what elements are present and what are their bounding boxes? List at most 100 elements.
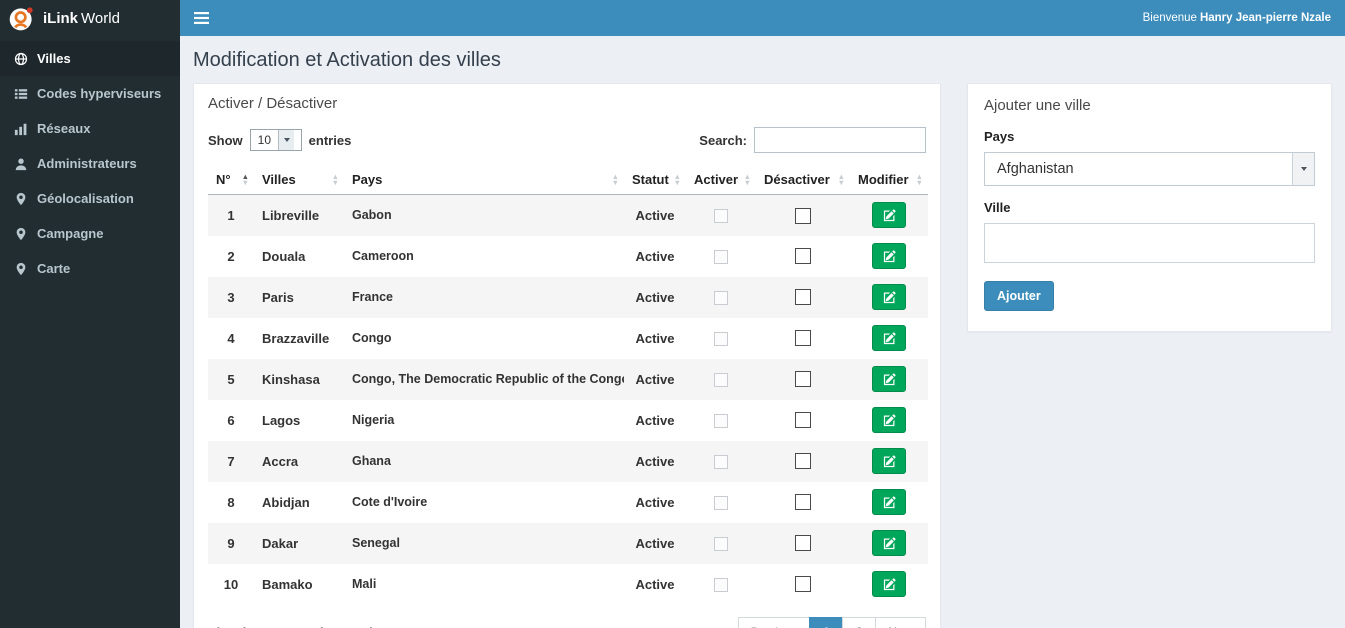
ville-cell: Accra [262, 453, 299, 469]
sidebar-item-carte[interactable]: Carte [0, 251, 180, 286]
statut-cell: Active [635, 453, 675, 469]
sidebar-item-geolocalisation[interactable]: Géolocalisation [0, 181, 180, 216]
edit-icon [883, 495, 896, 508]
activer-checkbox [714, 454, 728, 469]
desactiver-checkbox[interactable] [795, 494, 811, 511]
villes-table: N° ▲ ▼ Villes ▲ ▼ Pays ▲ ▼ Statut ▲ ▼ Activer ▲ ▼ … [208, 165, 928, 605]
modifier-button[interactable] [872, 489, 906, 515]
column-header-pays[interactable]: Pays ▲ ▼ [344, 165, 624, 195]
modifier-button[interactable] [872, 325, 906, 351]
sort-icon: ▲ ▼ [331, 171, 339, 187]
edit-icon [883, 372, 896, 385]
dropdown-caret-icon [1292, 153, 1314, 185]
modifier-button[interactable] [872, 530, 906, 556]
statut-cell: Active [635, 494, 675, 510]
statut-cell: Active [635, 535, 675, 551]
page-button-1[interactable]: 1 [809, 616, 844, 628]
ville-cell: Abidjan [262, 494, 310, 510]
edit-icon [883, 413, 896, 426]
globe-icon [14, 52, 28, 65]
page-button-2[interactable]: 2 [842, 616, 877, 628]
pays-cell: Congo [352, 331, 392, 345]
sort-icon: ▲ ▼ [241, 171, 249, 187]
row-number-cell: 7 [227, 453, 235, 469]
activer-checkbox [714, 495, 728, 510]
table-header-row: N° ▲ ▼ Villes ▲ ▼ Pays ▲ ▼ Statut ▲ ▼ Activer ▲ ▼ … [208, 165, 928, 195]
ville-input[interactable] [984, 223, 1315, 263]
activer-checkbox [714, 209, 728, 224]
modifier-button[interactable] [872, 366, 906, 392]
table-row: 3 Paris France Active [208, 276, 928, 318]
desactiver-checkbox[interactable] [795, 453, 811, 470]
desactiver-checkbox[interactable] [795, 535, 811, 552]
user-icon [15, 157, 27, 170]
edit-icon [883, 577, 896, 590]
modifier-button[interactable] [872, 202, 906, 229]
modifier-button[interactable] [872, 243, 906, 269]
previous-page-button[interactable]: Previous [737, 616, 811, 628]
welcome-text: Bienvenue Hanry Jean-pierre Nzale [1142, 12, 1331, 24]
sidebar-item-campagne[interactable]: Campagne [0, 216, 180, 251]
add-ville-card: Ajouter une ville Pays Afghanistan Ville… [967, 83, 1332, 332]
sidebar-toggle-button[interactable] [180, 0, 222, 36]
edit-icon [883, 331, 896, 344]
list-icon [14, 88, 28, 99]
sidebar-item-villes[interactable]: Villes [0, 41, 180, 76]
sidebar: Villes Codes hyperviseurs Réseaux Admini… [0, 36, 180, 628]
row-number-cell: 2 [227, 248, 235, 264]
brand-title: iLink World [43, 9, 120, 27]
edit-icon [883, 290, 896, 303]
column-header-statut[interactable]: Statut ▲ ▼ [624, 165, 686, 195]
show-label: Show [208, 132, 243, 148]
main-content: Modification et Activation des villes Ac… [180, 0, 1345, 628]
page-length-select[interactable]: 10 [249, 129, 302, 151]
activer-checkbox [714, 577, 728, 592]
modifier-button[interactable] [872, 407, 906, 433]
column-header-villes[interactable]: Villes ▲ ▼ [254, 165, 344, 195]
pays-cell: Mali [352, 577, 377, 591]
modifier-button[interactable] [872, 448, 906, 474]
desactiver-checkbox[interactable] [795, 412, 811, 429]
column-header-activer[interactable]: Activer ▲ ▼ [686, 165, 756, 195]
column-header-desactiver[interactable]: Désactiver ▲ ▼ [756, 165, 850, 195]
page-title: Modification et Activation des villes [193, 49, 501, 71]
column-header-modifier[interactable]: Modifier ▲ ▼ [850, 165, 928, 195]
table-row: 2 Douala Cameroon Active [208, 236, 928, 277]
app-logo-icon [9, 6, 33, 30]
column-header-numero[interactable]: N° ▲ ▼ [208, 165, 254, 195]
sidebar-item-reseaux[interactable]: Réseaux [0, 111, 180, 146]
search-label: Search: [699, 132, 747, 148]
activer-checkbox [714, 413, 728, 428]
ajouter-button[interactable]: Ajouter [984, 281, 1054, 311]
row-number-cell: 3 [227, 289, 235, 305]
desactiver-checkbox[interactable] [795, 289, 811, 306]
table-row: 4 Brazzaville Congo Active [208, 318, 928, 359]
next-page-button[interactable]: Next [875, 616, 926, 628]
statut-cell: Active [635, 371, 675, 387]
sidebar-item-codes-hyperviseurs[interactable]: Codes hyperviseurs [0, 76, 180, 111]
table-row: 7 Accra Ghana Active [208, 440, 928, 482]
pays-select[interactable]: Afghanistan [984, 152, 1315, 186]
desactiver-checkbox[interactable] [795, 207, 811, 224]
table-info: Showing 1 to 10 of 17 entries [208, 617, 387, 628]
statut-cell: Active [635, 207, 675, 223]
modifier-button[interactable] [872, 571, 906, 597]
ville-label: Ville [984, 200, 1011, 215]
pays-cell: Congo, The Democratic Republic of the Co… [352, 372, 624, 386]
row-number-cell: 9 [227, 535, 235, 551]
search-input[interactable] [754, 127, 926, 153]
sidebar-item-label: Géolocalisation [37, 191, 134, 206]
table-row: 9 Dakar Senegal Active [208, 522, 928, 564]
statut-cell: Active [635, 412, 675, 428]
desactiver-checkbox[interactable] [795, 248, 811, 265]
ville-cell: Lagos [262, 412, 301, 428]
desactiver-checkbox[interactable] [795, 371, 811, 388]
pays-cell: Cote d'Ivoire [352, 495, 428, 509]
datatable-footer: Showing 1 to 10 of 17 entries Previous 1… [208, 616, 926, 628]
map-marker-icon [16, 262, 26, 275]
pays-cell: Gabon [352, 208, 392, 223]
desactiver-checkbox[interactable] [795, 330, 811, 347]
desactiver-checkbox[interactable] [795, 576, 811, 593]
modifier-button[interactable] [872, 284, 906, 310]
sidebar-item-administrateurs[interactable]: Administrateurs [0, 146, 180, 181]
